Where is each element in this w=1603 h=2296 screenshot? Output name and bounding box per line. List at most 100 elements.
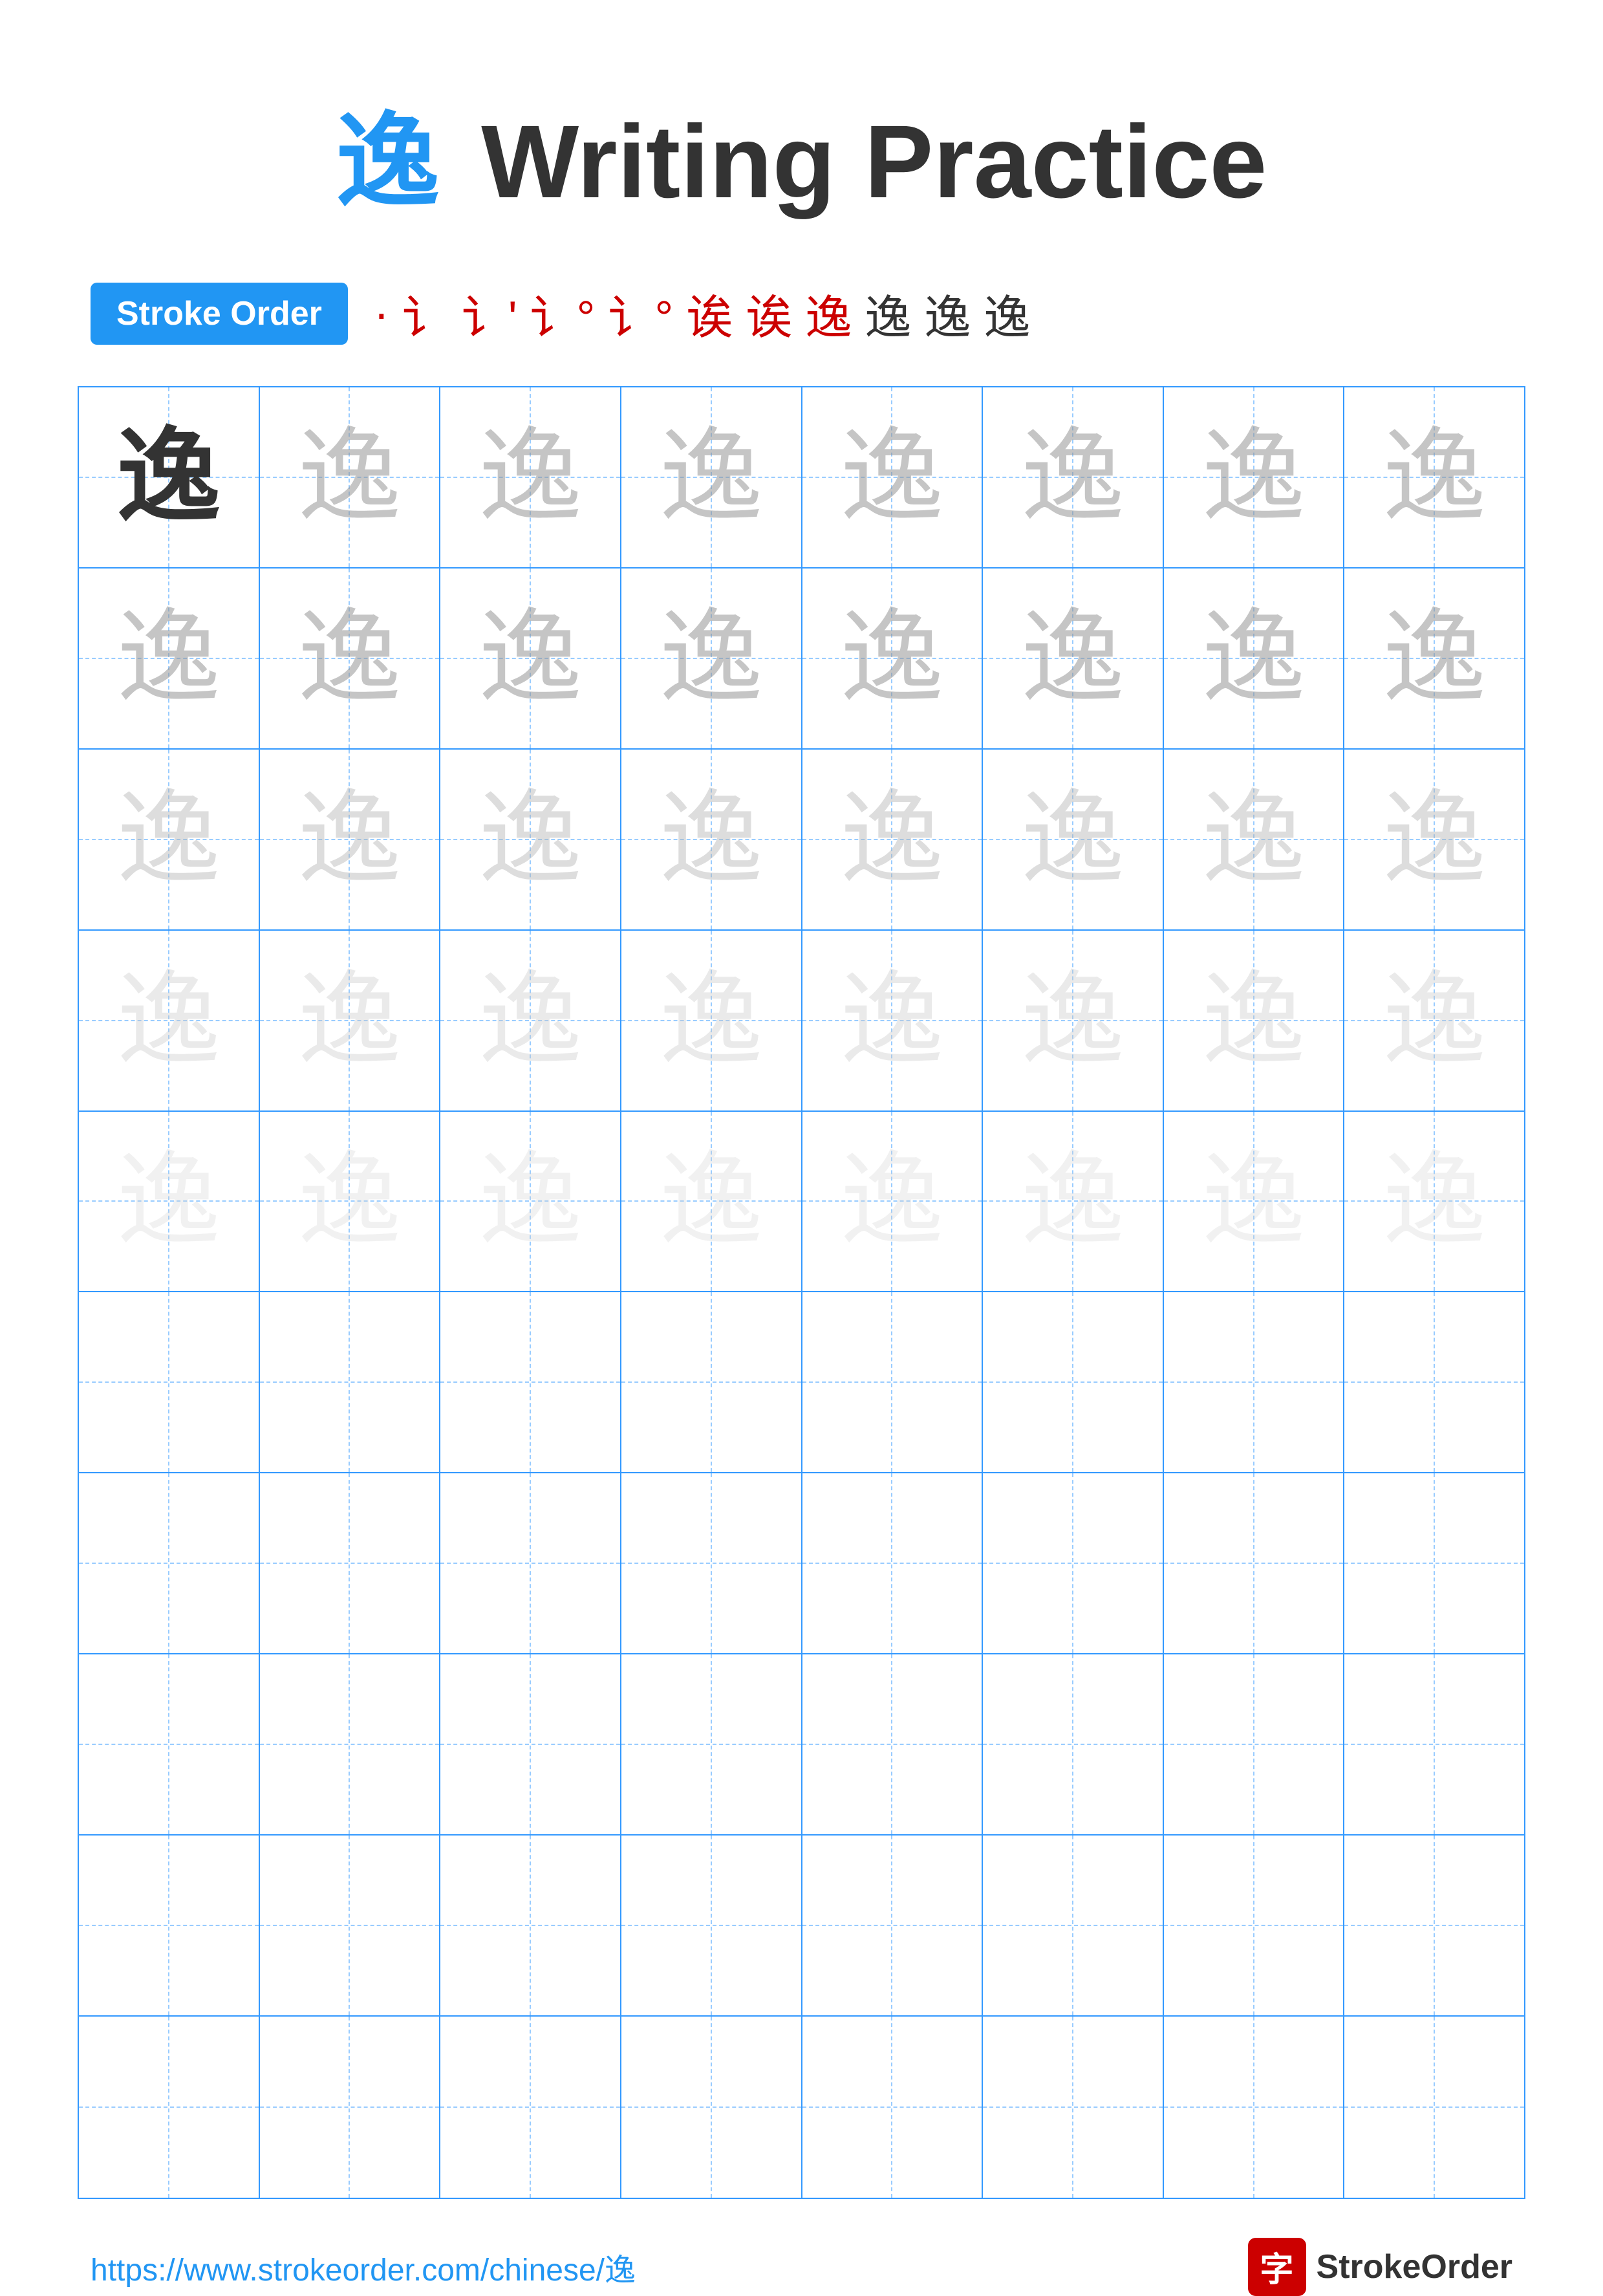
grid-cell: 逸 [79, 931, 260, 1110]
cell-character: 逸 [1202, 426, 1306, 529]
grid-cell: 逸 [802, 387, 984, 567]
grid-cell: 逸 [621, 931, 802, 1110]
grid-cell: 逸 [260, 931, 441, 1110]
grid-cell [983, 1473, 1164, 1653]
cell-character: 逸 [479, 607, 582, 710]
cell-character: 逸 [479, 788, 582, 891]
grid-cell [260, 1836, 441, 2015]
grid-cell [440, 1292, 621, 1472]
grid-cell [440, 1473, 621, 1653]
grid-cell [440, 1654, 621, 1834]
grid-cell: 逸 [260, 569, 441, 748]
grid-cell [802, 1836, 984, 2015]
grid-cell [621, 1292, 802, 1472]
stroke-6: 诶 [686, 279, 733, 347]
grid-cell [621, 1836, 802, 2015]
title-text: Writing Practice [481, 103, 1267, 219]
footer-url: https://www.strokeorder.com/chinese/逸 [91, 2244, 636, 2290]
cell-character: 逸 [479, 969, 582, 1072]
grid-cell: 逸 [440, 931, 621, 1110]
grid-cell: 逸 [440, 750, 621, 929]
grid-cell [983, 1654, 1164, 1834]
cell-character: 逸 [297, 969, 401, 1072]
grid-row [79, 1473, 1524, 1654]
cell-character: 逸 [297, 607, 401, 710]
grid-cell [1344, 2017, 1524, 2198]
cell-character: 逸 [117, 1149, 221, 1253]
grid-cell [983, 1292, 1164, 1472]
grid-cell: 逸 [802, 1112, 984, 1292]
cell-character: 逸 [1382, 426, 1486, 529]
grid-cell [1344, 1836, 1524, 2015]
grid-cell: 逸 [802, 931, 984, 1110]
grid-cell [802, 2017, 984, 2198]
cell-character: 逸 [840, 426, 943, 529]
grid-cell: 逸 [621, 569, 802, 748]
grid-cell: 逸 [1164, 387, 1345, 567]
grid-cell [1164, 2017, 1345, 2198]
cell-character: 逸 [1382, 1149, 1486, 1253]
cell-character: 逸 [1382, 788, 1486, 891]
cell-character: 逸 [1021, 788, 1124, 891]
logo-text: StrokeOrder [1317, 2247, 1512, 2286]
grid-cell: 逸 [1164, 750, 1345, 929]
grid-row: 逸逸逸逸逸逸逸逸 [79, 569, 1524, 750]
grid-cell: 逸 [260, 750, 441, 929]
grid-cell [621, 1654, 802, 1834]
grid-cell [260, 1292, 441, 1472]
grid-cell [1344, 1473, 1524, 1653]
stroke-order-row: Stroke Order · 讠 讠' 讠° 讠° 诶 诶 逸 逸 逸 逸 [78, 279, 1525, 347]
grid-cell [440, 2017, 621, 2198]
grid-row: 逸逸逸逸逸逸逸逸 [79, 387, 1524, 569]
grid-cell: 逸 [802, 750, 984, 929]
grid-cell [621, 1473, 802, 1653]
grid-cell [1164, 1836, 1345, 2015]
grid-cell: 逸 [1344, 931, 1524, 1110]
cell-character: 逸 [660, 1149, 763, 1253]
grid-row: 逸逸逸逸逸逸逸逸 [79, 931, 1524, 1112]
grid-cell: 逸 [1344, 750, 1524, 929]
cell-character: 逸 [660, 426, 763, 529]
grid-cell: 逸 [621, 750, 802, 929]
grid-cell [1164, 1292, 1345, 1472]
cell-character: 逸 [840, 788, 943, 891]
grid-row [79, 1654, 1524, 1836]
stroke-3: 讠' [462, 279, 517, 347]
grid-row [79, 1836, 1524, 2017]
cell-character: 逸 [1202, 788, 1306, 891]
cell-character: 逸 [297, 1149, 401, 1253]
grid-cell [1344, 1292, 1524, 1472]
grid-cell: 逸 [1344, 1112, 1524, 1292]
grid-cell: 逸 [1164, 569, 1345, 748]
practice-grid: 逸逸逸逸逸逸逸逸逸逸逸逸逸逸逸逸逸逸逸逸逸逸逸逸逸逸逸逸逸逸逸逸逸逸逸逸逸逸逸逸 [78, 386, 1525, 2199]
grid-cell: 逸 [1164, 931, 1345, 1110]
page-title: 逸 Writing Practice [336, 78, 1267, 228]
grid-cell [260, 1654, 441, 1834]
title-char: 逸 [336, 103, 440, 219]
cell-character: 逸 [117, 969, 221, 1072]
grid-cell [1344, 1654, 1524, 1834]
cell-character: 逸 [117, 788, 221, 891]
cell-character: 逸 [840, 1149, 943, 1253]
stroke-7: 诶 [746, 279, 792, 347]
cell-character: 逸 [660, 969, 763, 1072]
grid-row [79, 2017, 1524, 2198]
stroke-sequence: · 讠 讠' 讠° 讠° 诶 诶 逸 逸 逸 逸 [374, 279, 1030, 347]
cell-character: 逸 [660, 788, 763, 891]
grid-cell: 逸 [440, 1112, 621, 1292]
grid-cell [1164, 1473, 1345, 1653]
grid-row: 逸逸逸逸逸逸逸逸 [79, 750, 1524, 931]
stroke-10: 逸 [924, 279, 971, 347]
footer: https://www.strokeorder.com/chinese/逸 字 … [78, 2238, 1525, 2296]
grid-cell: 逸 [983, 750, 1164, 929]
grid-cell [79, 1292, 260, 1472]
grid-cell: 逸 [79, 569, 260, 748]
stroke-11: 逸 [984, 279, 1030, 347]
grid-cell: 逸 [983, 931, 1164, 1110]
grid-cell: 逸 [1344, 387, 1524, 567]
grid-cell: 逸 [440, 569, 621, 748]
cell-character: 逸 [1382, 969, 1486, 1072]
stroke-4: 讠° [530, 279, 596, 347]
cell-character: 逸 [1021, 969, 1124, 1072]
grid-cell [983, 1836, 1164, 2015]
